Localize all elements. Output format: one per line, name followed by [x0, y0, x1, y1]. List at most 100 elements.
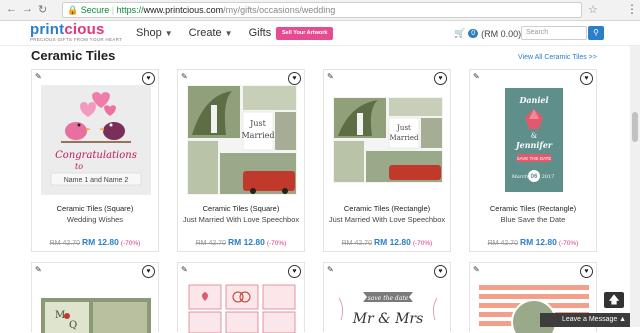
lock-icon: 🔒: [67, 5, 79, 15]
forward-arrow-icon[interactable]: →: [22, 3, 33, 15]
art-text: 06: [531, 174, 538, 180]
product-image[interactable]: [187, 278, 297, 333]
wishlist-heart-icon[interactable]: ♥: [434, 265, 447, 278]
old-price: RM 42.70: [341, 240, 372, 247]
page-scrollbar[interactable]: [630, 46, 640, 327]
site-logo[interactable]: printcious PRECIOUS GIFTS FROM YOUR HEAR…: [30, 22, 126, 46]
reload-icon[interactable]: ↻: [38, 3, 47, 16]
product-price: RM 42.70 RM 12.80 (-70%): [470, 237, 596, 247]
search-icon: ⚲: [593, 28, 599, 37]
product-card[interactable]: ✎ ♥ save the date Mr & Mrs: [323, 262, 451, 333]
edit-pencil-icon[interactable]: ✎: [473, 72, 480, 81]
art-text: Mr & Mrs: [352, 311, 424, 327]
wishlist-heart-icon[interactable]: ♥: [142, 72, 155, 85]
nav-create[interactable]: Create ▼: [189, 27, 233, 39]
product-type[interactable]: Ceramic Tiles (Rectangle): [470, 204, 596, 213]
product-card[interactable]: ✎ ♥ Just Married Ceramic Tiles (Rectangl…: [323, 69, 451, 252]
art-text: save the date: [368, 295, 409, 302]
sale-price: RM 12.80: [519, 237, 557, 247]
product-image[interactable]: save the date Mr & Mrs: [333, 278, 443, 333]
art-text: Jennifer: [514, 140, 553, 150]
art-text: Daniel: [518, 95, 548, 105]
product-price: RM 42.70 RM 12.80 (-70%): [324, 237, 450, 247]
product-image[interactable]: Just Married: [187, 85, 297, 195]
logo-tagline: PRECIOUS GIFTS FROM YOUR HEART: [30, 37, 123, 42]
art-text: &: [531, 132, 537, 140]
product-card[interactable]: ✎ ♥ Daniel & Jennifer SAVE THE DATE Marc…: [469, 69, 597, 252]
cart-count-badge: 0: [468, 29, 479, 38]
old-price: RM 42.70: [49, 240, 80, 247]
art-text: Name 1 and Name 2: [64, 177, 129, 184]
edit-pencil-icon[interactable]: ✎: [181, 265, 188, 274]
wishlist-heart-icon[interactable]: ♥: [288, 265, 301, 278]
chevron-down-icon: ▼: [224, 29, 233, 38]
product-card[interactable]: ✎ ♥: [177, 262, 305, 333]
logo-text-print: print: [30, 21, 65, 38]
sell-artwork-button[interactable]: Sell Your Artwork: [276, 27, 334, 40]
nav-shop-label: Shop: [136, 27, 162, 39]
leave-message-label: Leave a Message: [562, 316, 618, 323]
wishlist-heart-icon[interactable]: ♥: [580, 72, 593, 85]
edit-pencil-icon[interactable]: ✎: [327, 72, 334, 81]
url-path: /my/gifts/occasions/wedding: [223, 5, 336, 15]
art-text: Just: [396, 124, 411, 132]
wishlist-heart-icon[interactable]: ♥: [580, 265, 593, 278]
edit-pencil-icon[interactable]: ✎: [327, 265, 334, 274]
art-text: M: [55, 310, 65, 321]
edit-pencil-icon[interactable]: ✎: [473, 265, 480, 274]
discount-badge: (-70%): [558, 240, 579, 247]
art-text: Just: [249, 119, 266, 128]
wishlist-heart-icon[interactable]: ♥: [142, 265, 155, 278]
back-arrow-icon[interactable]: ←: [6, 3, 17, 15]
product-type[interactable]: Ceramic Tiles (Rectangle): [324, 204, 450, 213]
browser-menu-icon[interactable]: ⋮: [626, 2, 638, 16]
nav-gifts-label: Gifts: [248, 27, 272, 39]
art-text: SAVE THE DATE: [517, 156, 552, 161]
product-type[interactable]: Ceramic Tiles (Square): [178, 204, 304, 213]
product-name[interactable]: Just Married With Love Speechbox: [182, 215, 300, 225]
url-host: www.printcious.com: [143, 5, 224, 15]
scrollbar-thumb[interactable]: [632, 112, 638, 142]
sale-price: RM 12.80: [81, 237, 119, 247]
leave-message-button[interactable]: Leave a Message ▲: [540, 313, 630, 327]
search-input[interactable]: Search: [521, 26, 587, 40]
art-text: Married: [241, 131, 274, 140]
art-text: 2017: [542, 174, 555, 180]
site-header: printcious PRECIOUS GIFTS FROM YOUR HEAR…: [0, 21, 640, 46]
product-type[interactable]: Ceramic Tiles (Square): [32, 204, 158, 213]
section-title: Ceramic Tiles: [31, 48, 116, 63]
wishlist-heart-icon[interactable]: ♥: [434, 72, 447, 85]
chevron-up-icon: ▲: [619, 316, 626, 323]
logo-text-cious: cious: [64, 21, 105, 38]
edit-pencil-icon[interactable]: ✎: [35, 72, 42, 81]
address-bar[interactable]: 🔒 Secure | https://www.printcious.com/my…: [62, 2, 582, 18]
edit-pencil-icon[interactable]: ✎: [35, 265, 42, 274]
arrow-up-icon: 🡅: [608, 294, 620, 306]
edit-pencil-icon[interactable]: ✎: [181, 72, 188, 81]
product-name[interactable]: Just Married With Love Speechbox: [328, 215, 446, 225]
url-scheme: https://: [116, 5, 144, 15]
art-text: Congratulations: [55, 150, 137, 161]
art-text: Married: [390, 134, 419, 142]
bookmark-star-icon[interactable]: ☆: [588, 3, 598, 16]
product-name[interactable]: Wedding Wishes: [36, 215, 154, 225]
product-image[interactable]: Daniel & Jennifer SAVE THE DATE March 06…: [479, 85, 589, 195]
wishlist-heart-icon[interactable]: ♥: [288, 72, 301, 85]
product-card[interactable]: ✎ ♥ M Q: [31, 262, 159, 333]
product-image[interactable]: M Q: [41, 278, 151, 333]
browser-toolbar: ← → ↻ 🔒 Secure | https://www.printcious.…: [0, 0, 640, 21]
product-price: RM 42.70 RM 12.80 (-70%): [32, 237, 158, 247]
product-name[interactable]: Blue Save the Date: [474, 215, 592, 225]
product-image[interactable]: Just Married: [333, 85, 443, 195]
product-image[interactable]: Congratulations to Name 1 and Name 2: [41, 85, 151, 195]
view-all-link[interactable]: View All Ceramic Tiles >>: [518, 54, 597, 61]
art-text: March: [511, 174, 529, 180]
nav-shop[interactable]: Shop ▼: [136, 27, 173, 39]
cart-button[interactable]: 🛒 0 (RM 0.00) ▼: [454, 28, 531, 39]
secure-label: Secure: [80, 5, 110, 15]
product-price: RM 42.70 RM 12.80 (-70%): [178, 237, 304, 247]
scroll-to-top-button[interactable]: 🡅: [604, 292, 624, 308]
product-card[interactable]: ✎ ♥ Congratulations to Name 1 and Name 2…: [31, 69, 159, 252]
search-button[interactable]: ⚲: [588, 26, 604, 40]
product-card[interactable]: ✎ ♥ Just Married Ceramic Tiles (Square) …: [177, 69, 305, 252]
